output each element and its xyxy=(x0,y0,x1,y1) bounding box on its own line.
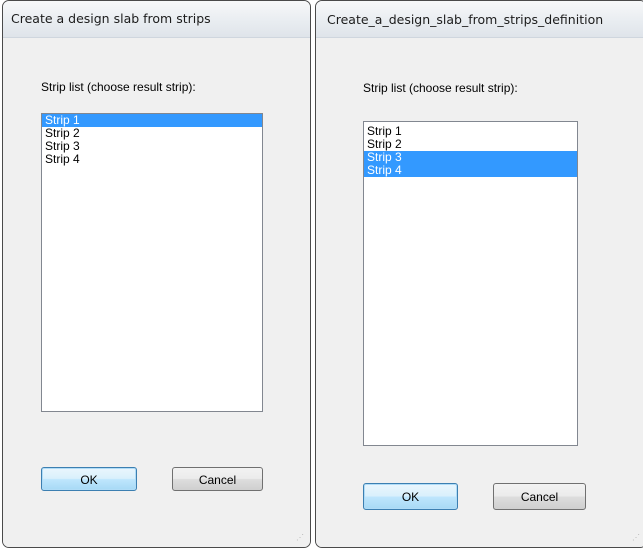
cancel-button[interactable]: Cancel xyxy=(172,467,263,491)
screenshot-canvas: Create a design slab from strips Strip l… xyxy=(0,0,643,550)
resize-grip-icon[interactable]: ⋰ xyxy=(296,533,306,543)
dialog-title: Create_a_design_slab_from_strips_definit… xyxy=(327,12,604,27)
ok-button[interactable]: OK xyxy=(363,483,458,510)
strip-list-item[interactable]: Strip 4 xyxy=(42,153,262,166)
strip-list-label: Strip list (choose result strip): xyxy=(41,80,196,94)
strip-listbox[interactable]: Strip 1 Strip 2 Strip 3 Strip 4 xyxy=(41,113,263,412)
dialog-body: Strip list (choose result strip): Strip … xyxy=(3,38,310,547)
strip-list-item[interactable]: Strip 4 xyxy=(364,164,577,177)
dialog-create-design-slab: Create a design slab from strips Strip l… xyxy=(2,0,311,548)
resize-grip-icon[interactable]: ⋰ xyxy=(632,533,642,543)
dialog-title: Create a design slab from strips xyxy=(11,11,211,26)
strip-listbox[interactable]: Strip 1 Strip 2 Strip 3 Strip 4 xyxy=(363,121,578,446)
dialog-body: Strip list (choose result strip): Strip … xyxy=(316,38,643,547)
cancel-button[interactable]: Cancel xyxy=(493,483,586,510)
dialog-titlebar[interactable]: Create_a_design_slab_from_strips_definit… xyxy=(316,1,643,38)
dialog-create-design-slab-definition: Create_a_design_slab_from_strips_definit… xyxy=(315,0,643,548)
dialog-titlebar[interactable]: Create a design slab from strips xyxy=(3,1,310,38)
ok-button[interactable]: OK xyxy=(41,467,137,491)
strip-list-label: Strip list (choose result strip): xyxy=(363,81,518,95)
